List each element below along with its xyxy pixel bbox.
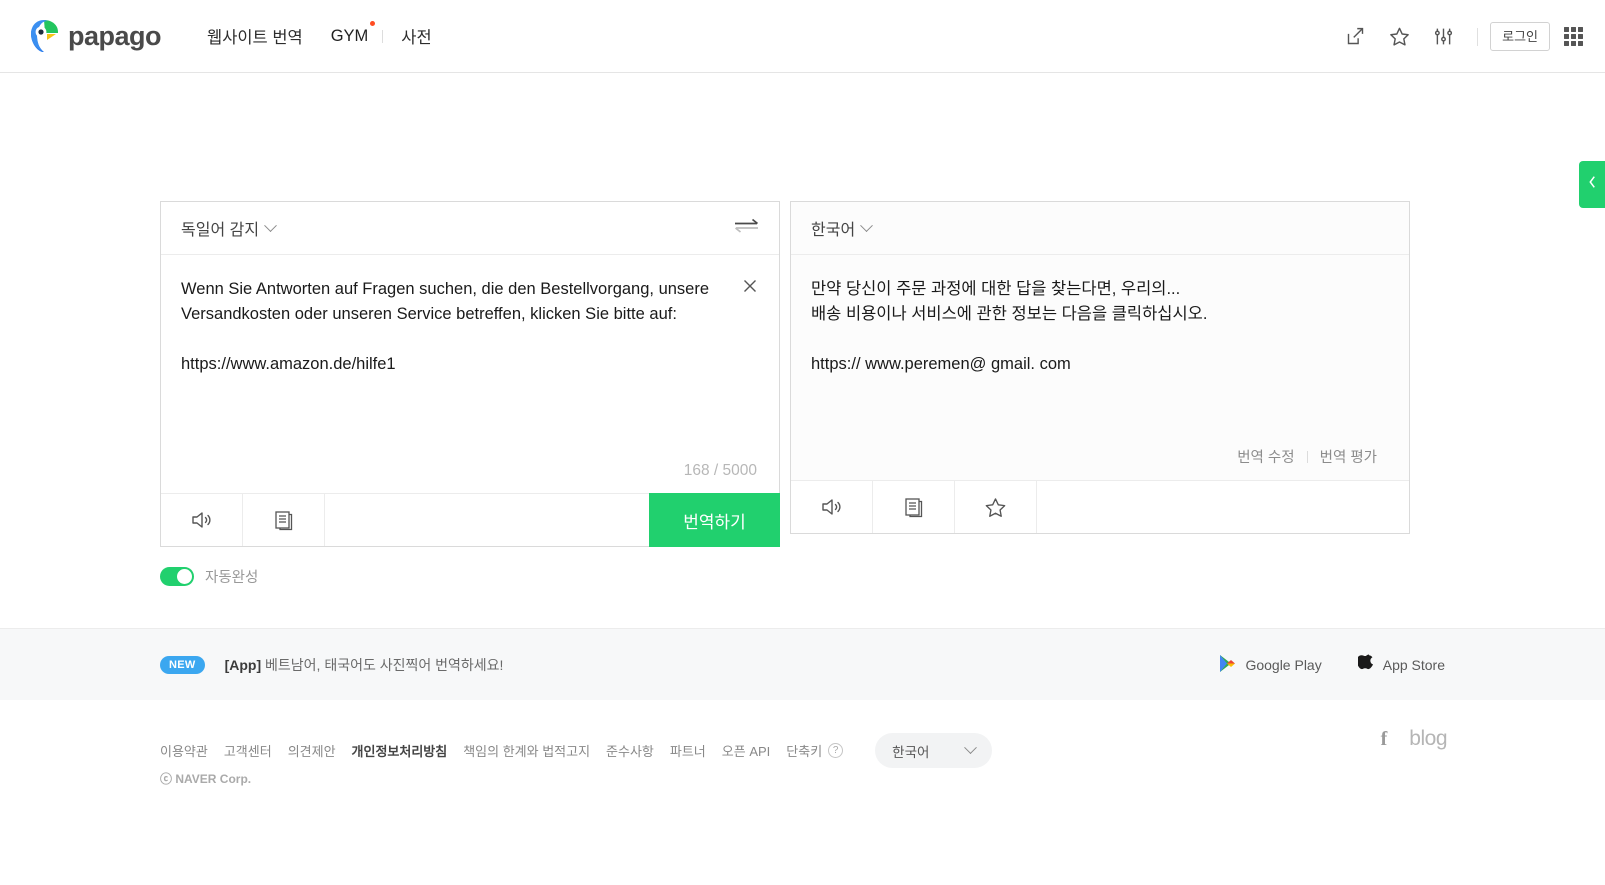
app-store-label: App Store <box>1382 656 1445 673</box>
edit-translation-link[interactable]: 번역 수정 <box>1225 446 1306 467</box>
main-nav: 웹사이트 번역 GYM 사전 <box>193 20 446 48</box>
site-footer: 이용약관 고객센터 의견제안 개인정보처리방침 책임의 한계와 법적고지 준수사… <box>0 700 1605 813</box>
blog-icon[interactable]: blog <box>1409 727 1447 751</box>
swap-languages-button[interactable] <box>731 216 761 240</box>
new-badge: NEW <box>160 655 205 674</box>
papago-parrot-logo-icon <box>28 18 62 54</box>
footer-language-select[interactable]: 한국어 <box>875 733 993 768</box>
header-divider <box>1477 27 1479 46</box>
source-language-label: 독일어 감지 <box>181 222 260 239</box>
source-panel: 독일어 감지 Wenn Sie Antworten auf Fragen suc… <box>160 201 780 547</box>
target-language-label: 한국어 <box>811 222 856 239</box>
rate-translation-link[interactable]: 번역 평가 <box>1308 446 1389 467</box>
app-store-link[interactable]: App Store <box>1356 654 1445 676</box>
translate-button[interactable]: 번역하기 <box>649 493 780 547</box>
listen-icon[interactable] <box>161 494 243 546</box>
footer-link-privacy[interactable]: 개인정보처리방침 <box>352 741 464 760</box>
target-language-select[interactable]: 한국어 <box>811 216 874 240</box>
social-links: f blog <box>1381 727 1448 751</box>
autocomplete-setting: 자동완성 <box>160 566 258 587</box>
share-icon[interactable] <box>1333 15 1377 59</box>
app-promo-text: [App] 베트남어, 태국어도 사진찍어 번역하세요! <box>225 655 504 675</box>
app-promo-title: [App] <box>224 656 262 673</box>
target-panel-toolbar <box>791 480 1409 533</box>
store-links: Google Play App Store <box>1219 654 1445 676</box>
google-play-label: Google Play <box>1245 656 1322 673</box>
google-play-icon <box>1219 654 1236 676</box>
swap-languages-icon <box>733 217 760 240</box>
footer-link-legal[interactable]: 책임의 한계와 법적고지 <box>463 741 606 760</box>
favorite-star-icon[interactable] <box>955 481 1037 533</box>
chevron-down-icon <box>264 218 277 232</box>
header-actions: 로그인 <box>1333 0 1583 73</box>
target-panel: 한국어 만약 당신이 주문 과정에 대한 답을 찾는다면, 우리의... 배송 … <box>790 201 1410 534</box>
translated-text: 만약 당신이 주문 과정에 대한 답을 찾는다면, 우리의... 배송 비용이나… <box>811 280 1208 373</box>
translation-actions: 번역 수정 번역 평가 <box>1225 446 1389 467</box>
copy-icon[interactable] <box>873 481 955 533</box>
target-panel-header: 한국어 <box>791 202 1409 255</box>
app-promo-body: 베트남어, 태국어도 사진찍어 번역하세요! <box>265 656 504 673</box>
close-icon[interactable] <box>741 277 759 295</box>
google-play-link[interactable]: Google Play <box>1219 654 1322 676</box>
question-mark-icon[interactable]: ? <box>828 743 844 758</box>
app-promo-link[interactable]: NEW [App] 베트남어, 태국어도 사진찍어 번역하세요! <box>160 655 503 675</box>
footer-link-partner[interactable]: 파트너 <box>670 741 722 760</box>
apple-icon <box>1356 654 1374 676</box>
nav-item-gym[interactable]: GYM <box>317 20 379 46</box>
new-dot-icon <box>370 20 376 26</box>
footer-link-terms[interactable]: 이용약관 <box>160 741 224 760</box>
nav-item-gym-label: GYM <box>330 26 369 45</box>
footer-link-feedback[interactable]: 의견제안 <box>288 741 352 760</box>
footer-language-label: 한국어 <box>892 744 930 760</box>
footer-link-open-api[interactable]: 오픈 API <box>722 741 787 760</box>
autocomplete-toggle[interactable] <box>160 567 194 586</box>
chevron-left-icon <box>1587 174 1598 195</box>
translation-panels: 독일어 감지 Wenn Sie Antworten auf Fragen suc… <box>160 201 1410 547</box>
facebook-icon[interactable]: f <box>1381 728 1388 751</box>
nav-item-dictionary[interactable]: 사전 <box>387 24 445 48</box>
footer-links-row: 이용약관 고객센터 의견제안 개인정보처리방침 책임의 한계와 법적고지 준수사… <box>160 733 993 768</box>
source-panel-toolbar: 번역하기 <box>161 493 780 547</box>
chevron-down-icon <box>860 218 874 232</box>
listen-icon[interactable] <box>791 481 873 533</box>
site-header: papago 웹사이트 번역 GYM 사전 로그인 <box>0 0 1605 73</box>
source-text-area[interactable]: Wenn Sie Antworten auf Fragen suchen, di… <box>161 255 779 494</box>
settings-sliders-icon[interactable] <box>1421 15 1465 59</box>
nav-item-website-translate[interactable]: 웹사이트 번역 <box>193 24 317 48</box>
copyright: ⓒ NAVER Corp. <box>160 772 252 786</box>
footer-link-support[interactable]: 고객센터 <box>224 741 288 760</box>
source-panel-header: 독일어 감지 <box>161 202 779 255</box>
target-text-area: 만약 당신이 주문 과정에 대한 답을 찾는다면, 우리의... 배송 비용이나… <box>791 255 1409 481</box>
chevron-down-icon <box>964 741 978 755</box>
character-counter: 168 / 5000 <box>683 462 757 479</box>
logo-wordmark: papago <box>68 20 162 51</box>
star-icon[interactable] <box>1377 15 1421 59</box>
side-panel-toggle[interactable] <box>1579 161 1605 208</box>
app-promo-band: NEW [App] 베트남어, 태국어도 사진찍어 번역하세요! Google … <box>0 628 1605 700</box>
copy-icon[interactable] <box>243 494 325 546</box>
source-text: Wenn Sie Antworten auf Fragen suchen, di… <box>181 280 710 373</box>
autocomplete-label: 자동완성 <box>205 570 259 586</box>
app-grid-icon[interactable] <box>1564 27 1583 46</box>
papago-logo[interactable]: papago <box>28 18 162 54</box>
login-button[interactable]: 로그인 <box>1490 21 1550 52</box>
source-language-select[interactable]: 독일어 감지 <box>181 216 277 240</box>
nav-divider <box>382 29 384 43</box>
main-content: 독일어 감지 Wenn Sie Antworten auf Fragen suc… <box>0 73 1605 628</box>
footer-link-compliance[interactable]: 준수사항 <box>606 741 670 760</box>
toggle-knob <box>177 569 192 584</box>
